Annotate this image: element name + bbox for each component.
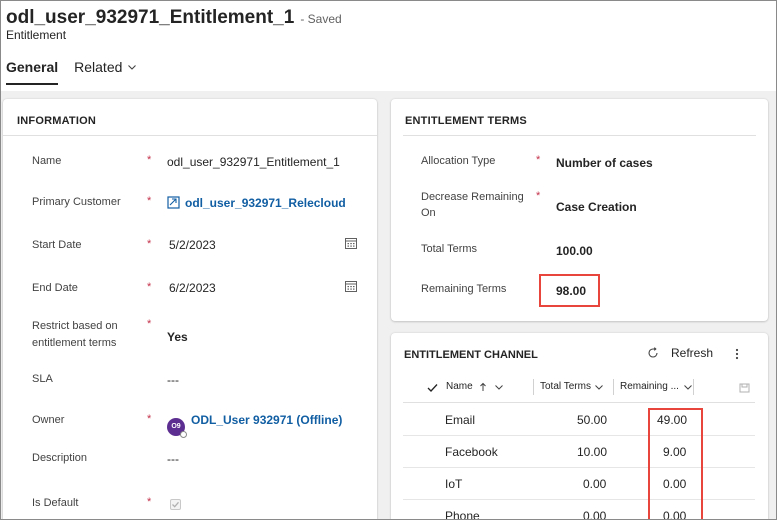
required-marker: *: [147, 496, 152, 508]
tab-related-label: Related: [74, 59, 123, 75]
primary-customer-value: odl_user_932971_Relecloud: [185, 196, 346, 210]
highlight-box: [648, 408, 703, 519]
column-total-label: Total Terms: [540, 381, 591, 392]
required-marker: *: [147, 413, 152, 425]
chevron-down-icon: [684, 384, 692, 390]
remaining-terms-label: Remaining Terms: [421, 283, 507, 295]
total-terms-label: Total Terms: [421, 243, 478, 255]
tab-general[interactable]: General: [6, 59, 59, 85]
row-total: 0.00: [583, 477, 607, 491]
divider: [403, 135, 756, 136]
save-layout-icon[interactable]: [739, 383, 750, 393]
calendar-icon[interactable]: [344, 279, 358, 293]
sla-label: SLA: [32, 373, 53, 385]
presence-icon: [180, 430, 187, 438]
highlight-box: [539, 274, 600, 307]
grid-header: Name Total Terms Remaining ...: [403, 373, 755, 403]
column-divider[interactable]: [693, 379, 694, 395]
required-marker: *: [147, 154, 152, 166]
record-header: odl_user_932971_Entitlement_1 - Saved En…: [1, 1, 776, 91]
restrict-label-line2: entitlement terms: [32, 337, 117, 349]
information-section: INFORMATION Name * odl_user_932971_Entit…: [3, 99, 377, 519]
required-marker: *: [147, 238, 152, 250]
column-header-remaining[interactable]: Remaining ...: [620, 381, 693, 392]
start-date-field[interactable]: 5/2/2023: [169, 238, 216, 252]
row-total: 10.00: [577, 445, 608, 459]
column-header-name[interactable]: Name: [446, 381, 504, 392]
row-name: Email: [445, 413, 476, 427]
section-title: INFORMATION: [17, 115, 96, 127]
select-all-checkmark-icon[interactable]: [427, 383, 438, 393]
refresh-button[interactable]: Refresh: [647, 346, 713, 360]
required-marker: *: [536, 190, 541, 202]
row-name: IoT: [445, 477, 463, 491]
total-terms-field[interactable]: 100.00: [556, 244, 593, 258]
row-name: Phone: [445, 509, 480, 520]
chevron-down-icon: [494, 384, 503, 390]
restrict-label-line1: Restrict based on: [32, 320, 118, 332]
primary-customer-label: Primary Customer: [32, 196, 121, 208]
tab-bar: General Related: [6, 59, 153, 85]
required-marker: *: [147, 318, 152, 330]
form-window: odl_user_932971_Entitlement_1 - Saved En…: [0, 0, 777, 520]
sla-field[interactable]: ---: [167, 373, 179, 387]
column-divider[interactable]: [533, 379, 534, 395]
restrict-field[interactable]: Yes: [167, 330, 188, 344]
required-marker: *: [536, 154, 541, 166]
primary-customer-link[interactable]: odl_user_932971_Relecloud: [167, 196, 346, 210]
row-name: Facebook: [445, 445, 498, 459]
avatar: O9: [167, 417, 187, 438]
description-label: Description: [32, 452, 88, 464]
page-title: odl_user_932971_Entitlement_1: [6, 7, 295, 28]
sort-ascending-icon: [479, 382, 486, 391]
entitlement-channel-section: ENTITLEMENT CHANNEL Refresh Name Total T…: [391, 333, 768, 520]
row-total: 50.00: [577, 413, 608, 427]
tab-related[interactable]: Related: [74, 59, 137, 75]
checkmark-icon: [172, 501, 179, 508]
row-total: 0.00: [583, 509, 607, 520]
chevron-down-icon: [128, 65, 137, 70]
end-date-field[interactable]: 6/2/2023: [169, 281, 216, 295]
owner-value: ODL_User 932971 (Offline): [191, 413, 343, 427]
name-field[interactable]: odl_user_932971_Entitlement_1: [167, 155, 340, 169]
allocation-type-field[interactable]: Number of cases: [556, 156, 653, 170]
decrease-remaining-label-line2: On: [421, 207, 436, 219]
entitlement-terms-section: ENTITLEMENT TERMS Allocation Type * Numb…: [391, 99, 768, 321]
description-field[interactable]: ---: [167, 452, 179, 466]
required-marker: *: [147, 195, 152, 207]
allocation-type-label: Allocation Type: [421, 155, 496, 167]
avatar-initials: O9: [171, 423, 181, 430]
section-title: ENTITLEMENT CHANNEL: [404, 349, 538, 361]
is-default-label: Is Default: [32, 497, 79, 509]
refresh-icon: [648, 347, 658, 358]
column-divider[interactable]: [613, 379, 614, 395]
more-options-icon[interactable]: [731, 347, 743, 361]
column-header-total-terms[interactable]: Total Terms: [540, 381, 604, 392]
owner-link[interactable]: O9 ODL_User 932971 (Offline): [167, 413, 343, 438]
divider: [3, 135, 377, 136]
decrease-remaining-field[interactable]: Case Creation: [556, 200, 637, 214]
section-title: ENTITLEMENT TERMS: [405, 115, 527, 127]
chevron-down-icon: [595, 384, 603, 390]
title-row: odl_user_932971_Entitlement_1 - Saved: [6, 7, 342, 29]
column-remaining-label: Remaining ...: [620, 381, 679, 392]
required-marker: *: [147, 281, 152, 293]
start-date-label: Start Date: [32, 239, 82, 251]
calendar-icon[interactable]: [344, 236, 358, 250]
save-status: - Saved: [300, 12, 342, 26]
name-label: Name: [32, 155, 62, 167]
decrease-remaining-label-line1: Decrease Remaining: [421, 191, 524, 203]
end-date-label: End Date: [32, 282, 78, 294]
column-name-label: Name: [446, 381, 473, 392]
account-icon: [167, 196, 180, 209]
is-default-checkbox[interactable]: [170, 499, 181, 510]
owner-label: Owner: [32, 414, 65, 426]
tab-general-label: General: [6, 59, 59, 75]
entity-name: Entitlement: [6, 28, 67, 42]
refresh-label: Refresh: [671, 346, 714, 360]
